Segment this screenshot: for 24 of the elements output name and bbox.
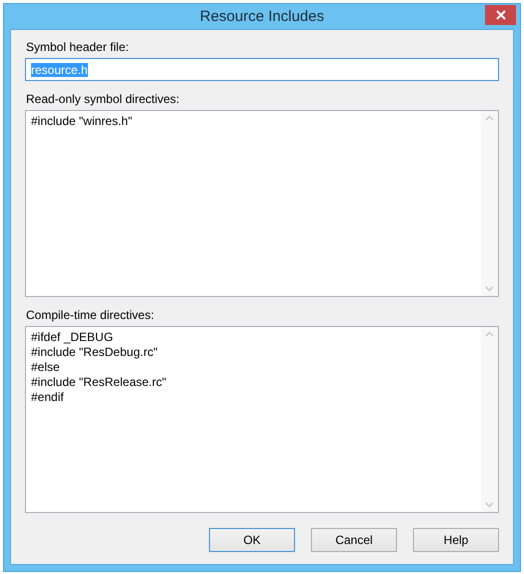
dialog-button[interactable]: Help — [413, 528, 499, 552]
dialog-button[interactable]: Cancel — [311, 528, 397, 552]
dialog-button[interactable]: OK — [209, 528, 295, 552]
field-label: Read-only symbol directives: — [26, 92, 180, 106]
directive-line: #else — [31, 360, 61, 375]
close-button[interactable] — [485, 5, 516, 25]
scrollbar[interactable] — [481, 327, 498, 512]
scroll-up-icon[interactable] — [485, 115, 494, 121]
field-value: resource.h — [31, 62, 88, 76]
directive-line: #ifdef _DEBUG — [31, 330, 114, 345]
window-title: Resource Includes — [200, 8, 324, 25]
directive-line: #include "winres.h" — [31, 114, 134, 129]
directives-field[interactable]: #include "winres.h" — [25, 110, 499, 297]
field-label: Compile-time directives: — [26, 308, 154, 322]
directives-field[interactable]: #ifdef _DEBUG #include "ResDebug.rc" #else #include "ResRelease.rc" #endif — [25, 326, 499, 513]
scroll-down-icon[interactable] — [485, 286, 494, 292]
directive-line: #endif — [31, 390, 65, 405]
scrollbar[interactable] — [481, 111, 498, 296]
directive-line: #include "ResDebug.rc" — [31, 345, 159, 360]
directive-line: #include "ResRelease.rc" — [31, 375, 168, 390]
close-icon — [496, 10, 506, 20]
scroll-down-icon[interactable] — [485, 502, 494, 508]
field-label: Symbol header file: — [26, 40, 129, 54]
scroll-up-icon[interactable] — [485, 331, 494, 337]
